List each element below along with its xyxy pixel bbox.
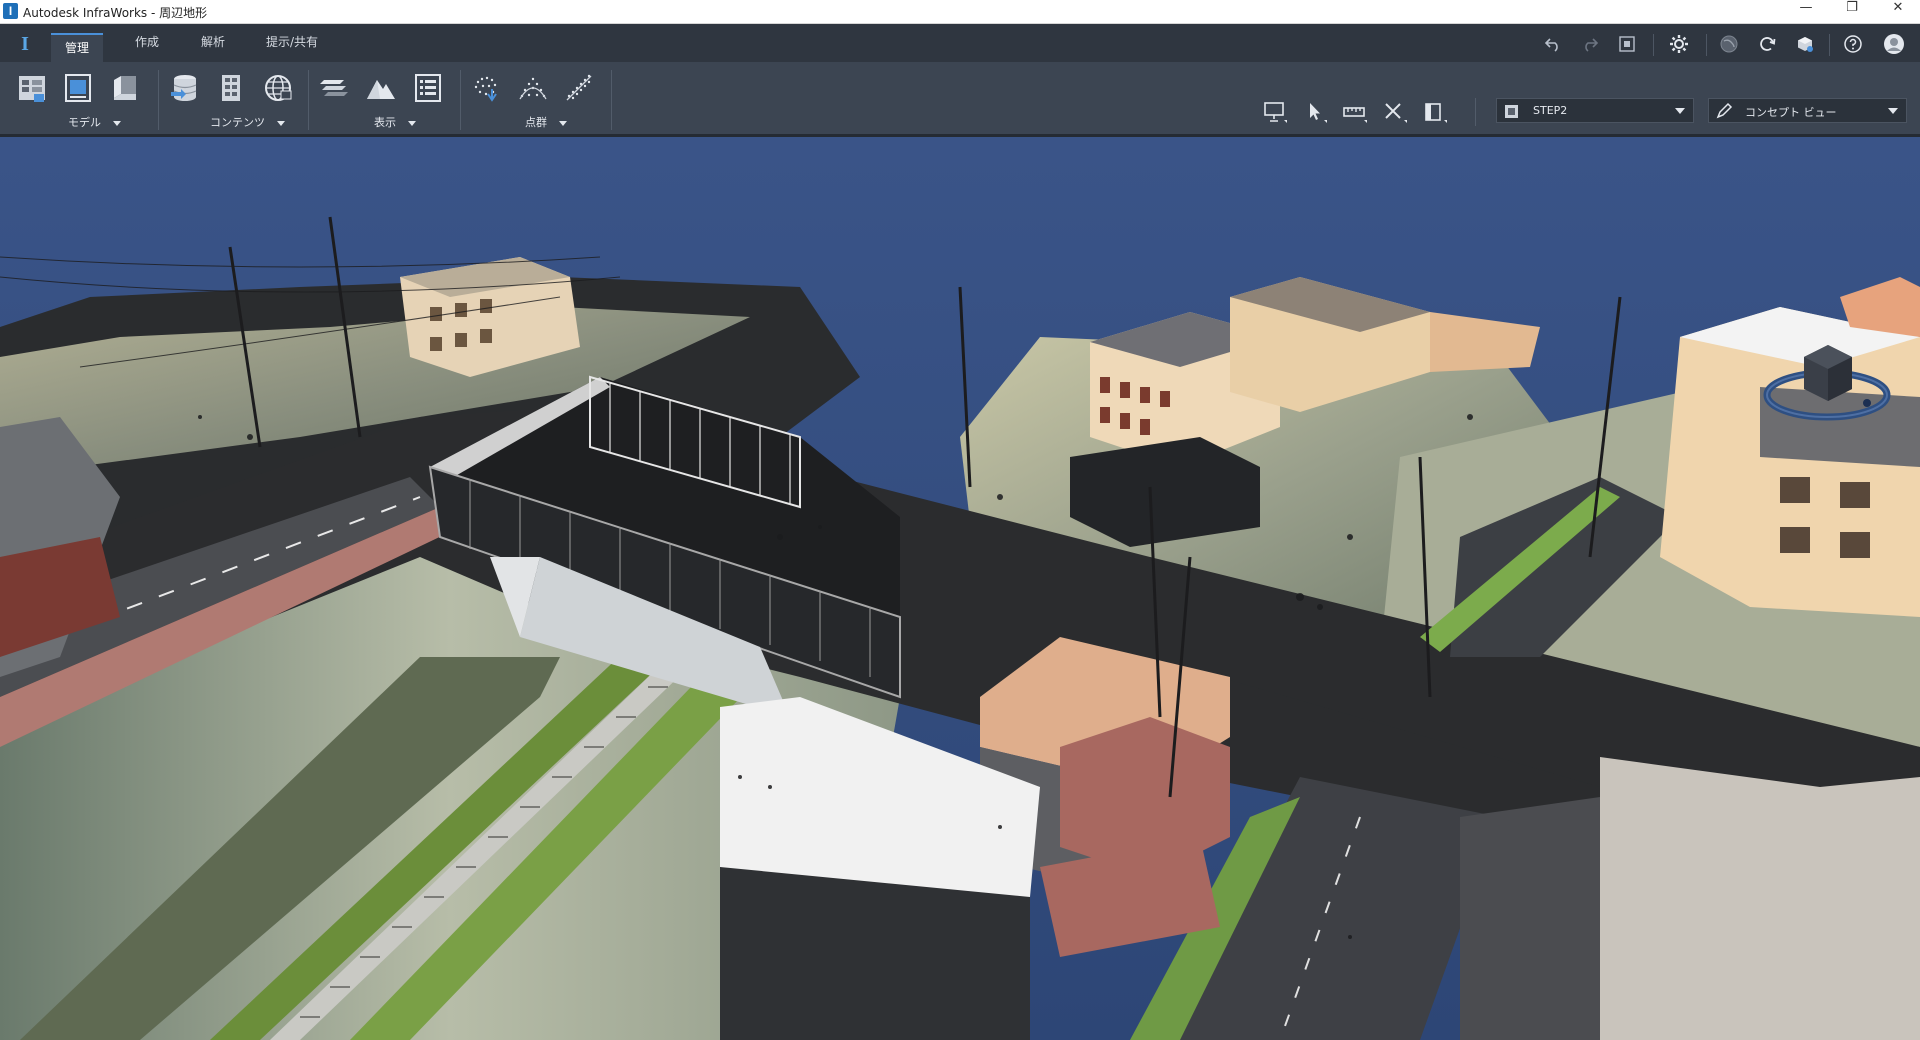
measure-icon[interactable] [1339, 98, 1371, 126]
pencil-icon [1716, 102, 1733, 119]
toolbar-separator [1653, 34, 1654, 56]
minimize-button[interactable]: — [1783, 0, 1829, 23]
point-cloud-import-icon[interactable] [468, 70, 504, 106]
select-arrow-icon[interactable] [1299, 98, 1331, 126]
network-globe-icon[interactable] [260, 70, 296, 106]
proposal-dropdown-value: STEP2 [1533, 104, 1568, 117]
toolbar-separator [1829, 34, 1830, 56]
3d-viewport[interactable] [0, 137, 1920, 1040]
sync-icon[interactable] [1753, 30, 1781, 58]
proposal-dropdown[interactable]: STEP2 [1496, 98, 1694, 123]
app-logo-icon: I [3, 3, 18, 19]
legend-list-icon[interactable] [410, 70, 446, 106]
layers-icon[interactable] [316, 70, 352, 106]
scene-render [0, 137, 1920, 1040]
window-title: Autodesk InfraWorks - 周辺地形 [23, 6, 208, 20]
user-avatar-icon[interactable] [1880, 30, 1908, 58]
cut-tool-icon[interactable] [1379, 98, 1411, 126]
chevron-down-icon [408, 120, 416, 126]
chevron-down-icon [113, 120, 121, 126]
terrain-icon[interactable] [363, 70, 399, 106]
group-label-display[interactable]: 表示 [374, 114, 416, 130]
data-import-icon[interactable] [167, 70, 203, 106]
point-cloud-terrain-icon[interactable] [515, 70, 551, 106]
toolbar-separator [1706, 34, 1707, 56]
group-separator [460, 70, 461, 130]
group-separator [158, 70, 159, 130]
chevron-down-icon [277, 120, 285, 126]
cloud-model-icon[interactable] [1791, 30, 1819, 58]
group-label-content-text: コンテンツ [210, 116, 265, 129]
restore-button[interactable]: ❐ [1829, 0, 1875, 23]
group-label-point-cloud[interactable]: 点群 [525, 114, 567, 130]
application-menu-button[interactable]: I [10, 30, 40, 58]
group-label-content[interactable]: コンテンツ [210, 114, 285, 130]
presentation-icon[interactable] [1259, 98, 1291, 126]
tab-analyze[interactable]: 解析 [187, 33, 239, 62]
group-label-model-text: モデル [68, 116, 101, 129]
fit-view-icon[interactable] [1613, 30, 1641, 58]
help-icon[interactable] [1839, 30, 1867, 58]
globe-icon[interactable] [1715, 30, 1743, 58]
group-label-model[interactable]: モデル [68, 114, 121, 130]
model-properties-icon[interactable] [60, 70, 96, 106]
panel-icon[interactable] [1419, 98, 1451, 126]
style-palette-icon[interactable] [213, 70, 249, 106]
view-style-dropdown-value: コンセプト ビュー [1745, 106, 1837, 119]
chevron-down-icon [559, 120, 567, 126]
data-sources-icon[interactable] [14, 70, 50, 106]
tab-manage[interactable]: 管理 [51, 33, 104, 62]
group-label-point-cloud-text: 点群 [525, 116, 547, 129]
undo-icon[interactable] [1539, 30, 1567, 58]
tab-create[interactable]: 作成 [121, 33, 173, 62]
proposal-icon [1505, 105, 1518, 118]
chevron-down-icon [1888, 108, 1898, 114]
group-separator [611, 70, 612, 130]
view-cube[interactable] [1762, 327, 1892, 437]
redo-icon[interactable] [1576, 30, 1604, 58]
settings-gear-icon[interactable] [1665, 30, 1693, 58]
toolbar-separator [1475, 98, 1476, 126]
close-button[interactable]: ✕ [1875, 0, 1920, 23]
view-style-dropdown[interactable]: コンセプト ビュー [1708, 98, 1907, 123]
chevron-down-icon [1675, 108, 1685, 114]
window-title-bar: I Autodesk InfraWorks - 周辺地形 — ❐ ✕ [0, 0, 1920, 24]
point-cloud-extract-icon[interactable] [561, 70, 597, 106]
group-label-display-text: 表示 [374, 116, 396, 129]
model-explorer-icon[interactable] [107, 70, 143, 106]
tab-present-share[interactable]: 提示/共有 [252, 33, 332, 62]
group-separator [308, 70, 309, 130]
